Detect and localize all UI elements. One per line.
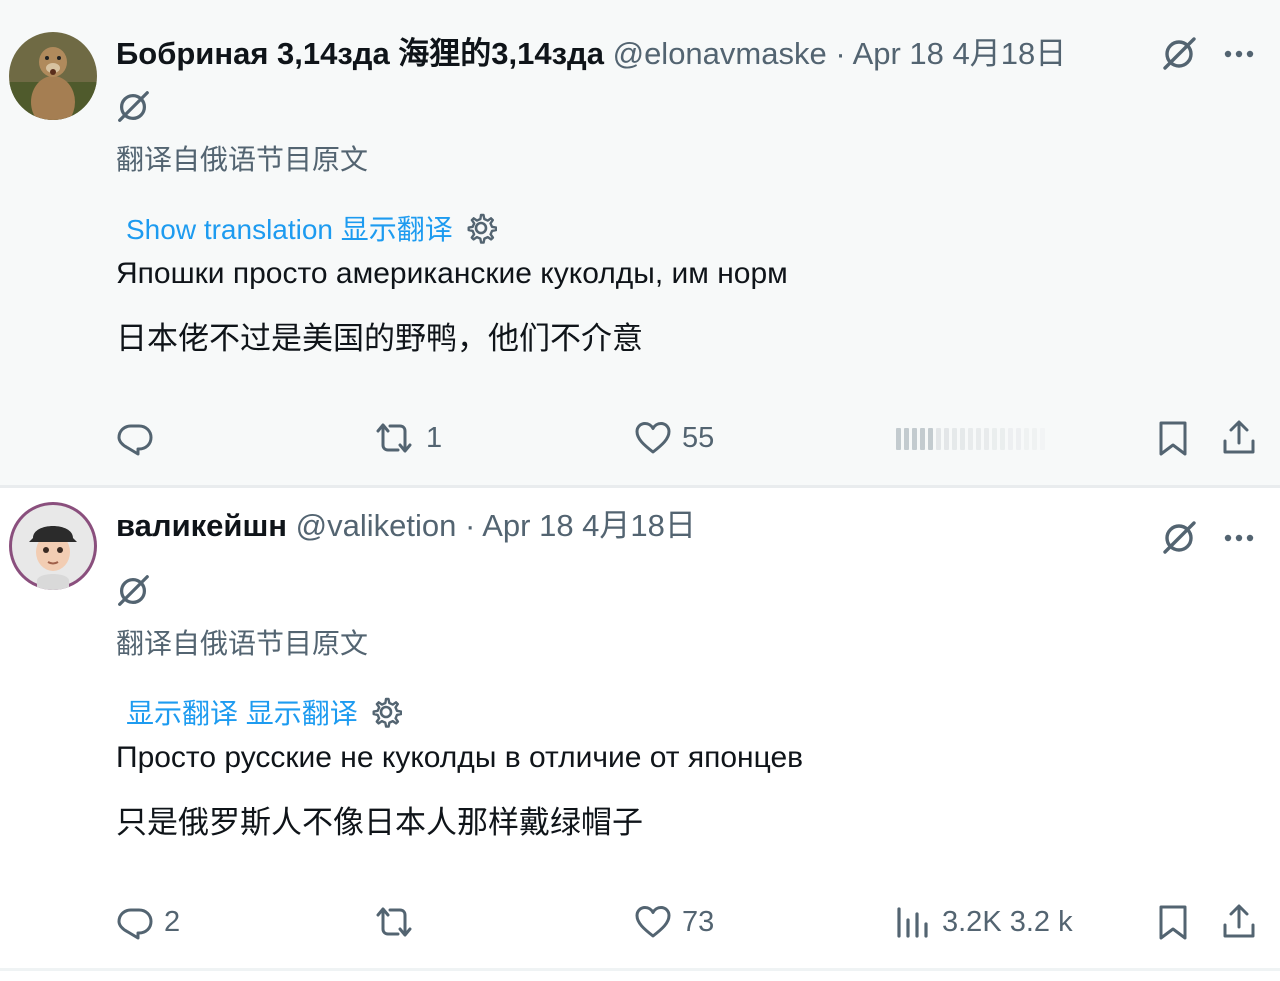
- show-translation-link[interactable]: 显示翻译 显示翻译: [126, 692, 402, 732]
- translated-note: 翻译自俄语节目原文: [116, 144, 369, 175]
- repost-count: 1: [426, 421, 443, 454]
- repost-button[interactable]: 1: [372, 419, 442, 457]
- views-icon: [894, 903, 932, 941]
- tweet-text-translated: 只是俄罗斯人不像日本人那样戴绿帽子: [116, 805, 643, 840]
- like-button[interactable]: 55: [634, 419, 714, 457]
- share-button[interactable]: [1220, 903, 1258, 941]
- tweet-divider: [0, 968, 1280, 971]
- avatar[interactable]: [9, 32, 97, 120]
- show-translation-link[interactable]: Show translation 显示翻译: [126, 208, 497, 248]
- tweet-text-translated: 日本佬不过是美国的野鸭，他们不介意: [116, 321, 643, 356]
- user-handle[interactable]: @valiketion: [296, 508, 457, 543]
- tweet-text-original: Япошки просто американские куколды, им н…: [116, 257, 788, 290]
- grok-icon[interactable]: [114, 88, 152, 126]
- reply-button[interactable]: [116, 419, 154, 457]
- show-translation-label[interactable]: Show translation 显示翻译: [126, 208, 453, 248]
- views-obscured: [896, 427, 1086, 451]
- tweet-2[interactable]: валикейшн @valiketion · Apr 18 4月18日 翻译自…: [0, 488, 1280, 968]
- translated-note: 翻译自俄语节目原文: [116, 628, 369, 659]
- like-count: 55: [682, 421, 715, 454]
- grok-icon[interactable]: [1159, 34, 1199, 74]
- tweet-1[interactable]: Бобриная 3,14зда 海狸的3,14зда @elonavmaske…: [0, 0, 1280, 485]
- share-icon: [1220, 419, 1258, 457]
- reply-icon: [116, 903, 154, 941]
- bookmark-button[interactable]: [1154, 419, 1192, 457]
- bookmark-icon: [1154, 419, 1192, 457]
- views-count: 3.2K 3.2 k: [942, 905, 1073, 938]
- bookmark-button[interactable]: [1154, 903, 1192, 941]
- separator-dot: ·: [835, 36, 846, 71]
- separator-dot: ·: [464, 508, 476, 543]
- like-button[interactable]: 73: [634, 903, 714, 941]
- tweet-date[interactable]: Apr 18 4月18日: [853, 36, 1067, 71]
- share-icon: [1220, 903, 1258, 941]
- repost-button[interactable]: [372, 903, 416, 941]
- more-icon[interactable]: [1219, 34, 1259, 74]
- display-name[interactable]: Бобриная 3,14зда 海狸的3,14зда: [116, 36, 604, 71]
- reply-icon: [116, 419, 154, 457]
- more-icon[interactable]: [1219, 518, 1259, 558]
- gear-icon[interactable]: [465, 212, 497, 244]
- tweet-header: Бобриная 3,14зда 海狸的3,14зда @elonavmaske…: [116, 34, 1066, 74]
- display-name[interactable]: валикейшн: [116, 508, 287, 543]
- tweet-date[interactable]: Apr 18 4月18日: [482, 508, 696, 543]
- repost-icon: [372, 903, 416, 941]
- heart-icon: [634, 419, 672, 457]
- bookmark-icon: [1154, 903, 1192, 941]
- show-translation-label[interactable]: 显示翻译 显示翻译: [126, 692, 358, 732]
- avatar[interactable]: [9, 502, 97, 590]
- share-button[interactable]: [1220, 419, 1258, 457]
- user-handle[interactable]: @elonavmaske: [613, 36, 827, 71]
- tweet-header: валикейшн @valiketion · Apr 18 4月18日: [116, 506, 696, 546]
- grok-icon[interactable]: [1159, 518, 1199, 558]
- repost-icon: [372, 419, 416, 457]
- like-count: 73: [682, 905, 715, 938]
- heart-icon: [634, 903, 672, 941]
- grok-icon[interactable]: [114, 572, 152, 610]
- gear-icon[interactable]: [370, 696, 402, 728]
- tweet-text-original: Просто русские не куколды в отличие от я…: [116, 741, 804, 774]
- views-button[interactable]: 3.2K 3.2 k: [894, 903, 1073, 941]
- reply-button[interactable]: 2: [116, 903, 180, 941]
- reply-count: 2: [164, 905, 181, 938]
